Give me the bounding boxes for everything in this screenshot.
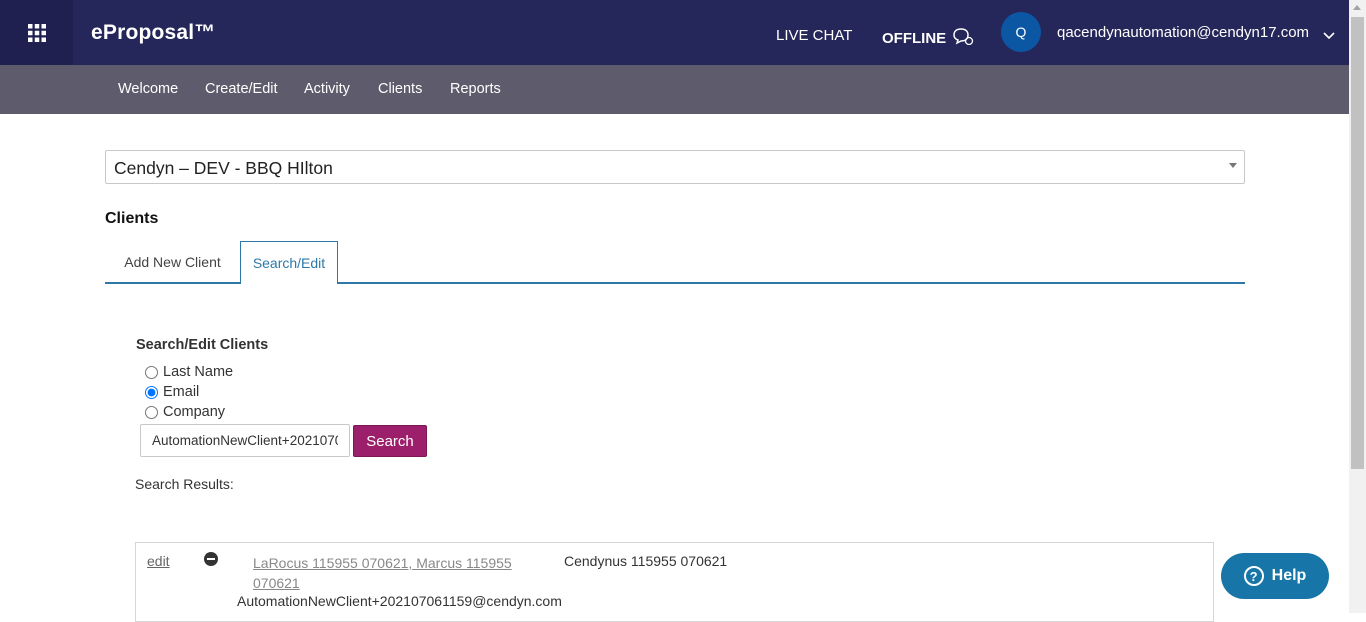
nav-activity[interactable]: Activity (304, 81, 350, 97)
user-email[interactable]: qacendynautomation@cendyn17.com (1057, 24, 1309, 41)
app-logo[interactable]: eProposal™ (91, 21, 216, 45)
client-company: Cendynus 115955 070621 (564, 553, 728, 569)
client-name-link[interactable]: LaRocus 115955 070621, Marcus 115955 070… (253, 553, 543, 593)
search-button[interactable]: Search (353, 425, 427, 457)
tab-add-new-client[interactable]: Add New Client (105, 242, 240, 282)
search-input[interactable] (140, 424, 350, 457)
page-title: Clients (105, 210, 159, 227)
nav-clients[interactable]: Clients (378, 81, 422, 97)
chat-status-label: OFFLINE (882, 29, 947, 47)
vertical-scrollbar[interactable] (1349, 0, 1366, 613)
nav-welcome[interactable]: Welcome (118, 81, 178, 97)
radio-email-label: Email (163, 384, 200, 400)
chevron-down-icon[interactable] (1323, 27, 1335, 45)
radio-company[interactable]: Company (145, 404, 225, 420)
question-circle-icon: ? (1243, 566, 1264, 586)
help-label: Help (1271, 567, 1307, 584)
help-button[interactable]: ? Help (1221, 553, 1329, 599)
tab-search-edit[interactable]: Search/Edit (240, 241, 338, 284)
scrollbar-thumb[interactable] (1351, 17, 1364, 469)
radio-last-name-label: Last Name (163, 364, 234, 380)
property-select-value: Cendyn – DEV - BBQ HIlton (114, 158, 333, 178)
nav-create-edit[interactable]: Create/Edit (205, 81, 278, 97)
scroll-up-arrow-icon[interactable] (1353, 5, 1361, 10)
radio-last-name[interactable]: Last Name (145, 364, 233, 380)
edit-client-link[interactable]: edit (147, 553, 170, 569)
nav-reports[interactable]: Reports (450, 81, 501, 97)
radio-company-input[interactable] (145, 405, 158, 419)
search-results-label: Search Results: (135, 476, 234, 492)
property-select[interactable]: Cendyn – DEV - BBQ HIlton (105, 150, 1245, 184)
apps-grid-icon[interactable] (0, 0, 73, 65)
radio-email[interactable]: Email (145, 384, 199, 400)
client-email: AutomationNewClient+202107061159@cendyn.… (237, 593, 562, 609)
radio-company-label: Company (163, 404, 226, 420)
avatar[interactable]: Q (1001, 12, 1041, 52)
dropdown-arrow-icon (1229, 163, 1237, 168)
radio-last-name-input[interactable] (145, 365, 158, 379)
top-header: eProposal™ LIVE CHAT OFFLINE Q qacendyna… (0, 0, 1349, 65)
live-chat-link[interactable]: LIVE CHAT (776, 27, 852, 44)
minus-circle-icon[interactable] (204, 552, 218, 566)
chat-bubble-icon (952, 27, 974, 49)
search-section-title: Search/Edit Clients (136, 337, 269, 353)
radio-email-input[interactable] (145, 385, 158, 399)
chat-status[interactable]: OFFLINE (882, 27, 974, 49)
main-nav: Welcome Create/Edit Activity Clients Rep… (0, 65, 1349, 114)
